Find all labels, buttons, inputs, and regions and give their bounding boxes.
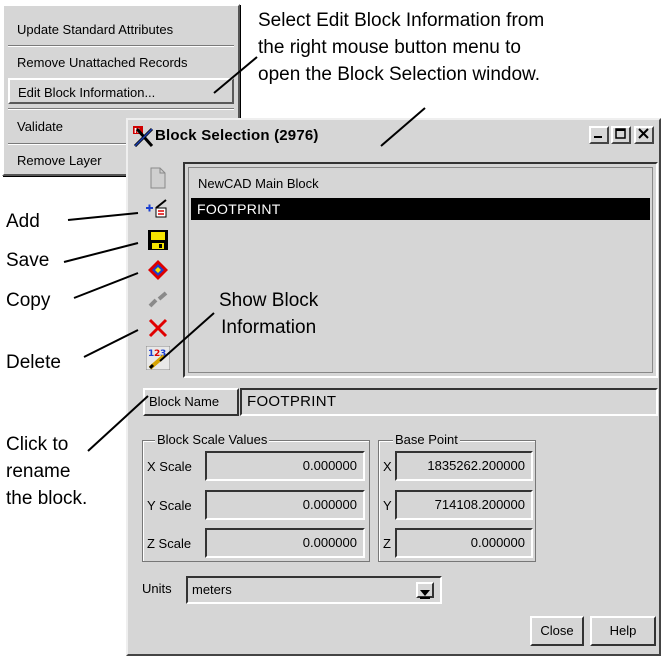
callout-leader-lines — [63, 56, 426, 452]
leader-line-copy — [73, 272, 139, 299]
leader-line-edit-block — [213, 56, 258, 94]
leader-line-add — [67, 212, 139, 221]
leader-line-delete — [83, 329, 139, 358]
leader-line-show-info — [159, 312, 215, 362]
leader-line-window — [380, 107, 426, 147]
leader-line-rename — [87, 395, 149, 452]
leader-line-save — [63, 242, 139, 263]
